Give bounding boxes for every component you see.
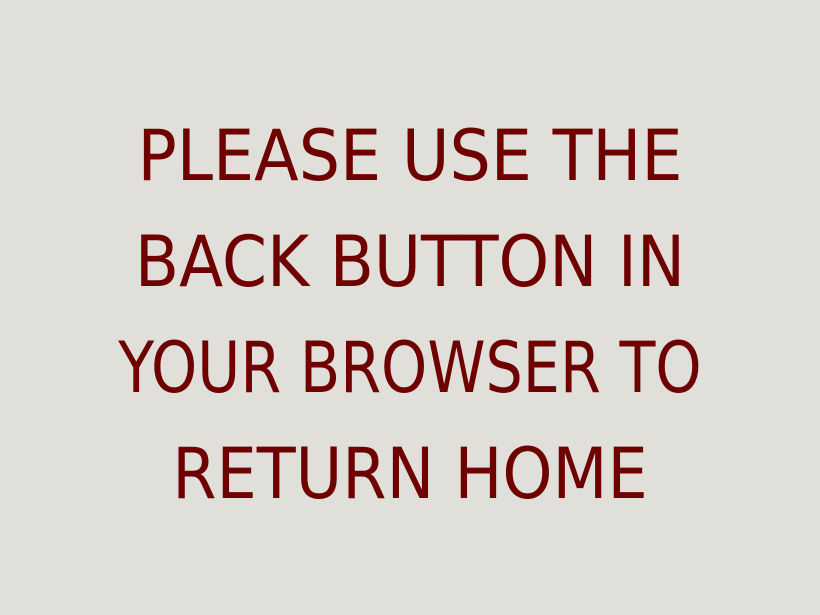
instruction-line-2: BACK BUTTON IN <box>134 221 686 303</box>
instruction-line-4: RETURN HOME <box>172 433 648 515</box>
instruction-line-1: PLEASE USE THE <box>137 115 683 197</box>
instruction-line-3: YOUR BROWSER TO <box>118 327 702 409</box>
back-button-instruction: PLEASE USE THE BACK BUTTON IN YOUR BROWS… <box>0 103 820 527</box>
